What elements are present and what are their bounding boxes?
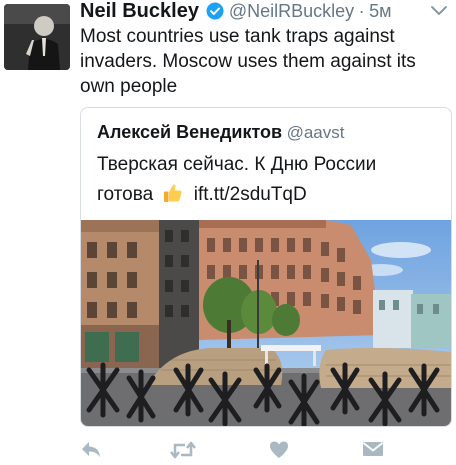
chevron-down-icon[interactable]: [430, 4, 448, 23]
verified-badge-icon: [206, 2, 224, 25]
quoted-tweet-card[interactable]: Алексей Венедиктов @aavst Тверская сейча…: [80, 107, 452, 427]
avatar-photo: [4, 4, 70, 70]
retweet-icon[interactable]: [170, 440, 196, 465]
thumbs-up-emoji-icon: [162, 182, 184, 214]
author-name[interactable]: Neil Buckley: [80, 0, 199, 22]
quoted-tweet-header: Алексей Венедиктов @aavst: [97, 122, 344, 143]
quoted-text-word: готова: [97, 184, 154, 205]
author-handle[interactable]: @NeilRBuckley: [229, 1, 354, 21]
avatar[interactable]: [4, 4, 70, 70]
separator-dot: ·: [358, 1, 365, 21]
reply-icon[interactable]: [80, 440, 102, 465]
envelope-icon[interactable]: [362, 440, 384, 463]
quoted-author-name: Алексей Венедиктов: [97, 122, 283, 142]
quoted-tweet-link[interactable]: ift.tt/2sduTqD: [194, 184, 307, 205]
tweet-timestamp[interactable]: 5м: [369, 1, 391, 21]
quoted-author-handle: @aavst: [286, 123, 345, 142]
tweet-actions: [80, 440, 450, 464]
quoted-tweet-photo[interactable]: [81, 220, 451, 426]
quoted-tweet-text: Тверская сейчас. К Дню России готова ift…: [97, 150, 437, 214]
quoted-text-line1: Тверская сейчас. К Дню России: [97, 154, 377, 175]
tweet-text: Most countries use tank traps against in…: [80, 26, 416, 97]
heart-icon[interactable]: [268, 440, 290, 465]
